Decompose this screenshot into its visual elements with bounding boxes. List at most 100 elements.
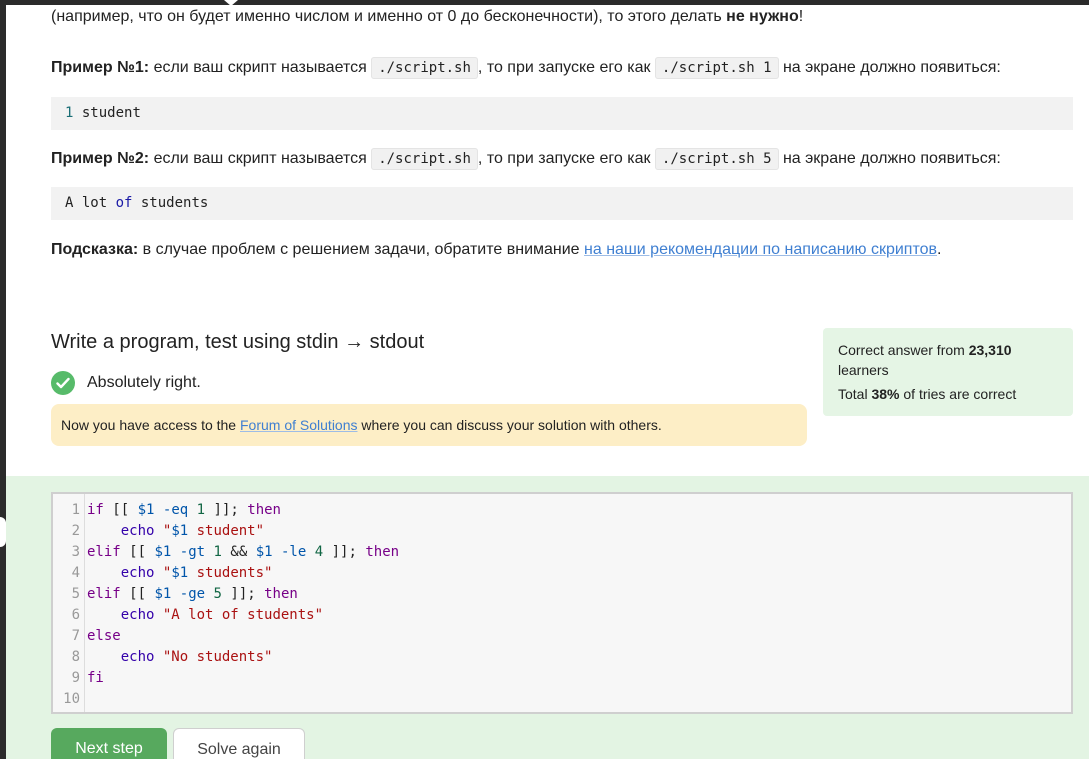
code-variable: $1 [171, 565, 189, 581]
stats-prefix-1: Correct answer from [838, 342, 969, 358]
hint-text: в случае проблем с решением задачи, обра… [138, 241, 585, 258]
code-line[interactable]: elif [[ $1 -ge 5 ]]; then [87, 584, 298, 605]
example1-code-a: ./script.sh [371, 57, 478, 79]
line-number: 2 [71, 523, 80, 539]
code-keyword: elif [87, 586, 121, 602]
code-token: [ [112, 502, 121, 518]
code-token: ] [331, 544, 341, 560]
intro-paragraph: (например, что он будет именно числом и … [51, 7, 803, 27]
code-number: 1 [213, 544, 222, 560]
code-keyword: then [247, 502, 281, 518]
code-token: ; [247, 586, 256, 602]
example2-paragraph: Пример №2: если ваш скрипт называется ./… [51, 148, 1001, 170]
check-circle-icon [51, 371, 75, 395]
code-token: ] [213, 502, 222, 518]
line-number-gutter: 1 2 3 4 5 6 7 8 9 10 [53, 494, 85, 712]
code-keyword: elif [87, 544, 121, 560]
code-operator: -ge [179, 586, 206, 602]
intro-text: (например, что он будет именно числом и … [51, 8, 727, 25]
result-status: Absolutely right. [51, 371, 201, 395]
code-keyword: if [87, 502, 104, 518]
stats-line-2: Total 38% of tries are correct [838, 384, 1058, 404]
example1-label: Пример №1: [51, 59, 150, 76]
example1-code-b: ./script.sh 1 [654, 57, 779, 79]
forum-of-solutions-link[interactable]: Forum of Solutions [240, 417, 358, 433]
example1-text-c: на экране должно появиться: [778, 59, 1001, 76]
code-token: ; [230, 502, 239, 518]
code-line[interactable]: echo "$1 student" [87, 521, 264, 542]
code-string: students" [188, 565, 273, 581]
hint-paragraph: Подсказка: в случае проблем с решением з… [51, 240, 941, 260]
code-string: "A lot of students" [162, 607, 324, 623]
code-token: [ [129, 544, 138, 560]
code-keyword: fi [87, 670, 104, 686]
code-line[interactable]: fi [87, 668, 104, 689]
line-number: 5 [71, 586, 80, 602]
code-line[interactable]: else [87, 626, 121, 647]
code-token: [ [129, 586, 138, 602]
code-line[interactable]: echo "A lot of students" [87, 605, 323, 626]
example1-output-text: student [73, 105, 141, 121]
code-keyword: else [87, 628, 121, 644]
code-number: 4 [314, 544, 324, 560]
code-builtin: echo [120, 523, 155, 539]
top-bar [0, 0, 1089, 5]
status-text: Absolutely right. [87, 374, 201, 391]
code-line[interactable]: if [[ $1 -eq 1 ]]; then [87, 500, 281, 521]
stats-learners-label: learners [838, 362, 889, 378]
code-line[interactable]: echo "$1 students" [87, 563, 273, 584]
hint-link[interactable]: на наши рекомендации по написанию скрипт… [584, 241, 937, 258]
code-editor[interactable]: 1 2 3 4 5 6 7 8 9 10 if [[ $1 -eq 1 ]]; then echo… [51, 492, 1073, 714]
code-string: "No students" [162, 649, 273, 665]
code-token: [ [137, 586, 147, 602]
forum-notice: Now you have access to the Forum of Solu… [51, 404, 807, 446]
example2-label: Пример №2: [51, 150, 150, 167]
code-token: ; [348, 544, 357, 560]
example1-output-block: 1 student [51, 97, 1073, 130]
example2-code-a: ./script.sh [371, 148, 478, 170]
example2-code-b: ./script.sh 5 [654, 148, 779, 170]
line-number: 3 [71, 544, 80, 560]
solve-again-button[interactable]: Solve again [173, 728, 305, 759]
code-builtin: echo [120, 649, 155, 665]
code-operator: -le [280, 544, 307, 560]
code-operator: -eq [162, 502, 189, 518]
code-number: 5 [213, 586, 222, 602]
line-number: 4 [71, 565, 80, 581]
example2-output-b: students [132, 195, 209, 211]
code-token: & [230, 544, 239, 560]
checkmark-icon [56, 377, 70, 389]
top-bar-notch [224, 0, 238, 6]
code-line[interactable]: elif [[ $1 -gt 1 && $1 -le 4 ]]; then [87, 542, 399, 563]
correct-percent: 38% [871, 386, 900, 402]
intro-bold-text: не нужно [726, 8, 799, 25]
notice-prefix: Now you have access to the [61, 417, 240, 433]
code-number: 1 [196, 502, 206, 518]
code-line[interactable]: echo "No students" [87, 647, 273, 668]
learners-count: 23,310 [968, 342, 1012, 358]
code-token: [ [137, 544, 147, 560]
next-step-button[interactable]: Next step [51, 728, 167, 759]
example2-text-a: если ваш скрипт называется [149, 150, 372, 167]
code-builtin: echo [120, 607, 155, 623]
code-operator: -gt [179, 544, 206, 560]
line-number: 7 [71, 628, 80, 644]
stats-prefix-2: Total [838, 386, 872, 402]
